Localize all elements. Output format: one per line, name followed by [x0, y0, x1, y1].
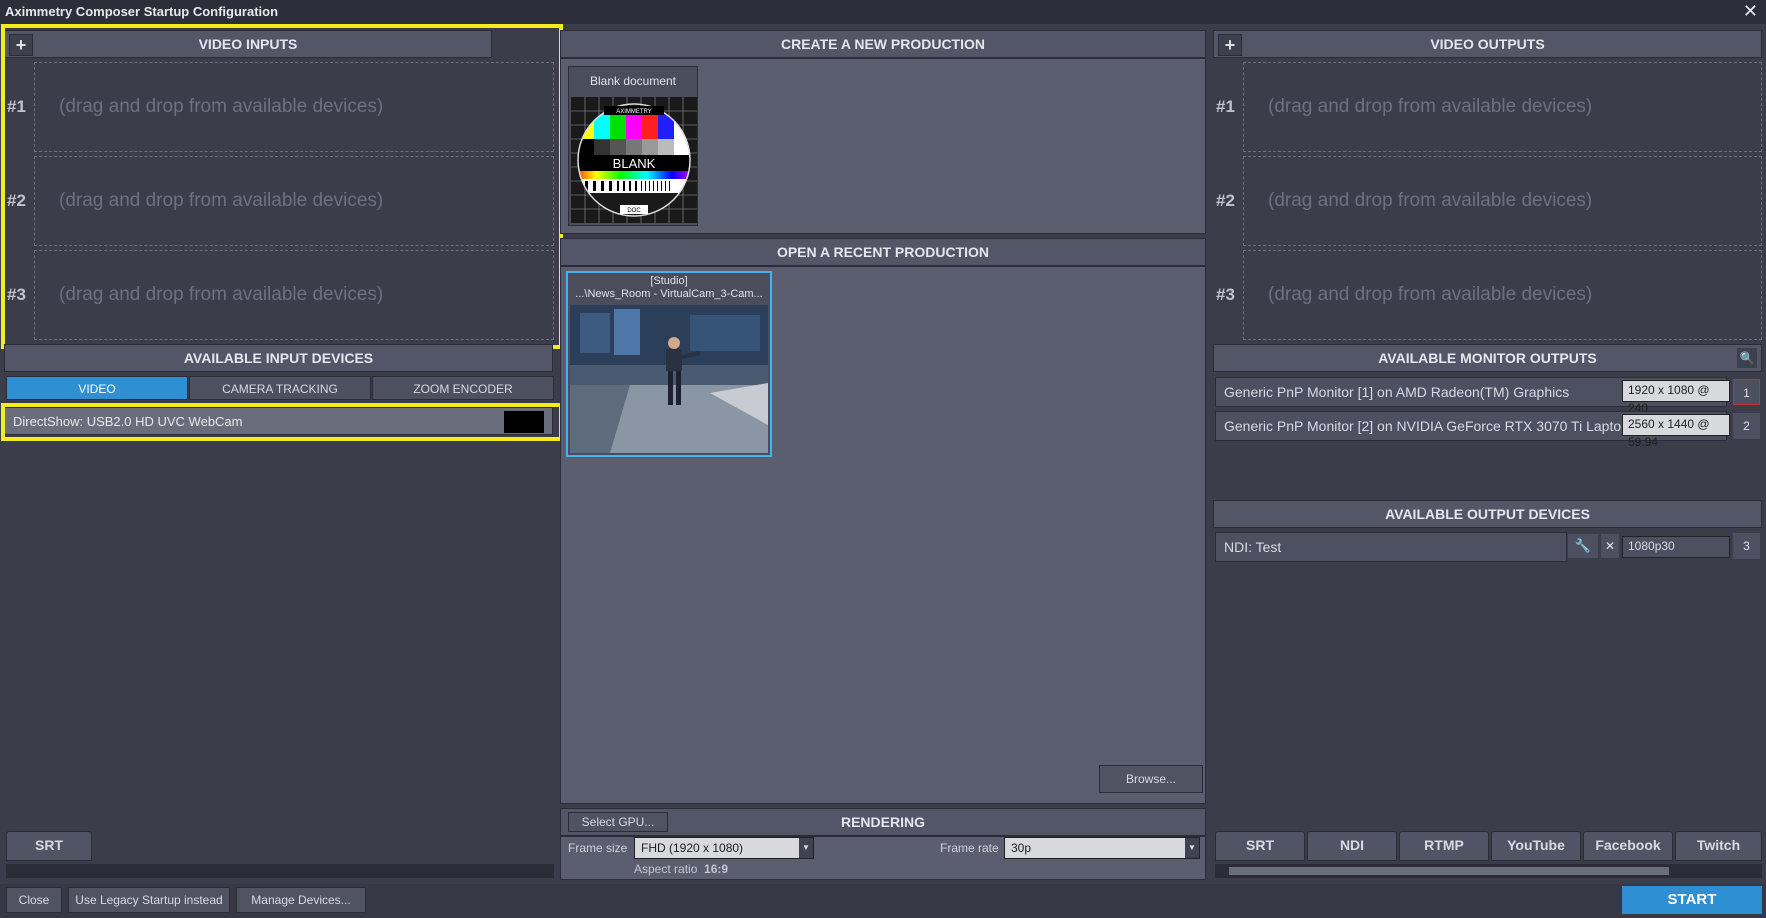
monitor-index-badge[interactable]: 2	[1733, 413, 1760, 439]
frame-size-label: Frame size	[568, 841, 628, 855]
youtube-output-button[interactable]: YouTube	[1491, 831, 1581, 861]
recent-production-header: OPEN A RECENT PRODUCTION	[560, 238, 1206, 266]
tab-camera-tracking[interactable]: CAMERA TRACKING	[189, 376, 371, 400]
srt-output-button[interactable]: SRT	[1215, 831, 1305, 861]
recent-production-item[interactable]: [Studio] ...\News_Room - VirtualCam_3-Ca…	[566, 271, 772, 457]
svg-text:BLANK: BLANK	[613, 156, 656, 171]
legacy-startup-button[interactable]: Use Legacy Startup instead	[68, 887, 230, 913]
video-outputs-header: + VIDEO OUTPUTS	[1213, 30, 1762, 58]
input-scrollbar[interactable]	[6, 864, 554, 878]
svg-text:AXIMMETRY: AXIMMETRY	[616, 109, 652, 115]
frame-size-select[interactable]: FHD (1920 x 1080) ▼	[634, 837, 814, 859]
output-slot-3[interactable]: (drag and drop from available devices)	[1243, 250, 1762, 340]
monitor-outputs-header: AVAILABLE MONITOR OUTPUTS 🔍	[1213, 344, 1762, 372]
output-slot-number: #2	[1216, 191, 1235, 210]
select-gpu-button[interactable]: Select GPU...	[568, 812, 668, 832]
output-slot-1[interactable]: (drag and drop from available devices)	[1243, 62, 1762, 152]
output-devices-header: AVAILABLE OUTPUT DEVICES	[1213, 500, 1762, 528]
output-slot-2[interactable]: (drag and drop from available devices)	[1243, 156, 1762, 246]
frame-rate-select[interactable]: 30p ▼	[1004, 837, 1200, 859]
recent-production-thumbnail	[570, 305, 768, 453]
start-button[interactable]: START	[1622, 886, 1762, 914]
monitor-resolution-field[interactable]: 2560 x 1440 @ 59.94	[1622, 414, 1730, 449]
blank-document-tile[interactable]: Blank document AXIMMETRY BLANK DOC	[568, 66, 698, 226]
ndi-output-button[interactable]: NDI	[1307, 831, 1397, 861]
tab-video[interactable]: VIDEO	[6, 376, 188, 400]
output-scrollbar[interactable]	[1215, 864, 1762, 878]
output-device-index[interactable]: 3	[1733, 533, 1760, 559]
close-button[interactable]: Close	[6, 887, 62, 913]
search-icon[interactable]: 🔍	[1737, 348, 1757, 368]
output-slot-number: #1	[1216, 97, 1235, 116]
title-bar: Aximmetry Composer Startup Configuration…	[0, 0, 1766, 24]
video-inputs-highlight	[1, 24, 563, 349]
available-input-devices-header: AVAILABLE INPUT DEVICES	[4, 344, 553, 372]
monitor-resolution-field[interactable]: 1920 x 1080 @ 240	[1622, 380, 1730, 415]
close-icon[interactable]: ✕	[1743, 1, 1758, 22]
wrench-icon[interactable]: 🔧	[1568, 534, 1598, 558]
manage-devices-button[interactable]: Manage Devices...	[236, 887, 366, 913]
scrollbar-thumb[interactable]	[1229, 867, 1669, 875]
chevron-down-icon[interactable]: ▼	[1185, 838, 1199, 858]
add-video-output-button[interactable]: +	[1218, 34, 1242, 56]
tab-zoom-encoder[interactable]: ZOOM ENCODER	[372, 376, 554, 400]
facebook-output-button[interactable]: Facebook	[1583, 831, 1673, 861]
input-device-highlight	[1, 403, 563, 441]
blank-test-card-icon: AXIMMETRY BLANK DOC	[571, 97, 697, 223]
rtmp-output-button[interactable]: RTMP	[1399, 831, 1489, 861]
aspect-ratio-label: Aspect ratio	[634, 862, 698, 876]
monitor-index-badge[interactable]: 1	[1733, 379, 1760, 405]
create-production-header: CREATE A NEW PRODUCTION	[560, 30, 1206, 58]
output-slot-number: #3	[1216, 285, 1235, 304]
frame-rate-label: Frame rate	[940, 841, 999, 855]
chevron-down-icon[interactable]: ▼	[799, 838, 813, 858]
window-title: Aximmetry Composer Startup Configuration	[5, 4, 279, 19]
output-device-format[interactable]: 1080p30	[1622, 536, 1730, 558]
aspect-ratio-value: 16:9	[704, 862, 729, 876]
aspect-ratio: Aspect ratio 16:9	[634, 862, 728, 876]
browse-button[interactable]: Browse...	[1099, 765, 1203, 793]
blank-document-label: Blank document	[589, 74, 677, 88]
output-device-row[interactable]: NDI: Test	[1215, 532, 1567, 562]
srt-input-button[interactable]: SRT	[6, 831, 92, 861]
close-icon[interactable]: ✕	[1601, 534, 1619, 558]
twitch-output-button[interactable]: Twitch	[1675, 831, 1762, 861]
recent-item-path: ...\News_Room - VirtualCam_3-Cam...	[575, 288, 763, 300]
recent-item-category: [Studio]	[650, 275, 688, 287]
svg-text:DOC: DOC	[627, 208, 641, 214]
